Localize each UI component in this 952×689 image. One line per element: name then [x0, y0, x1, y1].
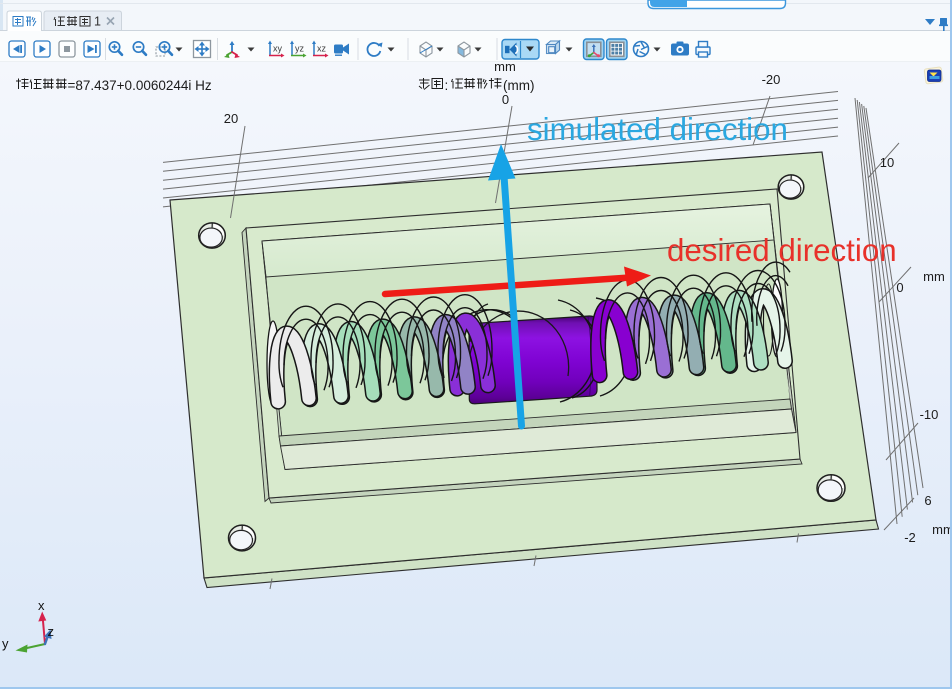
svg-text::: :	[445, 78, 449, 93]
svg-text:xy: xy	[273, 44, 283, 54]
svg-text:simulated direction: simulated direction	[527, 112, 788, 147]
svg-text:20: 20	[224, 111, 238, 126]
svg-text:0: 0	[502, 92, 509, 107]
svg-text:(mm): (mm)	[503, 78, 534, 93]
svg-text:z: z	[48, 624, 55, 639]
svg-text:1: 1	[94, 15, 101, 29]
svg-text:xz: xz	[317, 44, 327, 54]
svg-text:-10: -10	[920, 407, 939, 422]
svg-text:mm: mm	[923, 269, 945, 284]
svg-text:10: 10	[880, 155, 894, 170]
svg-text:-20: -20	[762, 72, 781, 87]
svg-text:-2: -2	[904, 530, 916, 545]
svg-text:x: x	[38, 598, 45, 613]
svg-text:yz: yz	[295, 44, 305, 54]
svg-text:desired direction: desired direction	[667, 233, 897, 268]
svg-text:mm: mm	[494, 59, 516, 74]
svg-text:6: 6	[924, 493, 931, 508]
svg-text:0: 0	[896, 280, 903, 295]
svg-text:mm: mm	[932, 522, 950, 537]
svg-text:y: y	[2, 636, 9, 651]
svg-text:=87.437+0.0060244i Hz: =87.437+0.0060244i Hz	[68, 78, 212, 93]
